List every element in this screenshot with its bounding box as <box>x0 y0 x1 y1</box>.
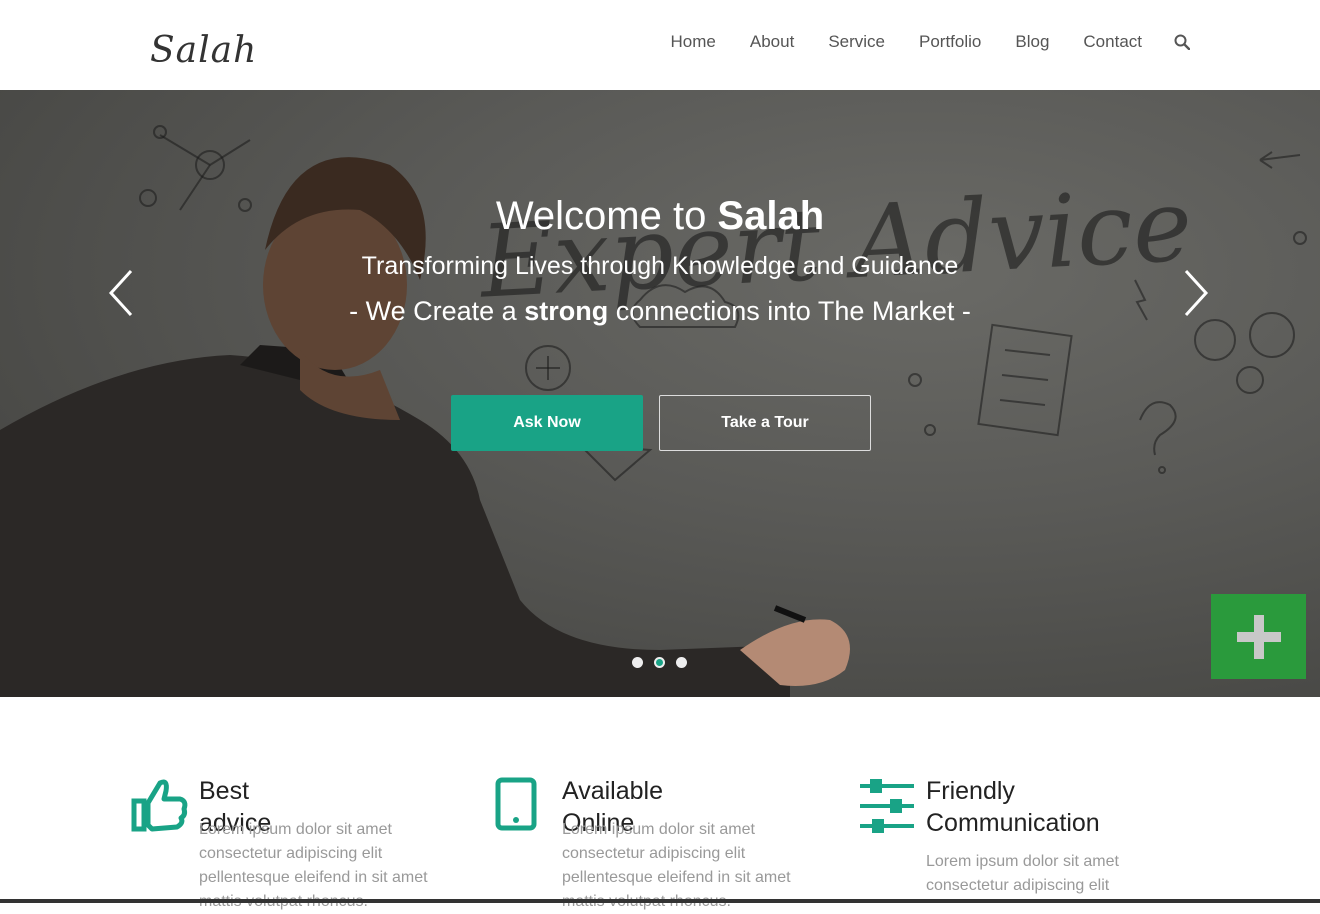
nav-about[interactable]: About <box>750 32 794 52</box>
thumbs-up-icon <box>131 779 188 832</box>
sliders-icon <box>860 779 914 833</box>
ask-now-button[interactable]: Ask Now <box>451 395 643 451</box>
nav-contact[interactable]: Contact <box>1083 32 1142 52</box>
hero-title-prefix: Welcome to <box>495 194 718 238</box>
bottom-border <box>0 899 1320 903</box>
tagline-suffix: connections into The Market - <box>608 296 971 326</box>
hero-subtitle: Transforming Lives through Knowledge and… <box>361 252 959 280</box>
slider-dots <box>632 657 698 668</box>
feature-title-line1: Friendly <box>926 777 1015 805</box>
nav-portfolio[interactable]: Portfolio <box>919 32 981 52</box>
slider-dot-1[interactable] <box>632 657 643 668</box>
chevron-left-icon[interactable] <box>103 268 143 318</box>
chevron-right-icon[interactable] <box>1176 268 1216 318</box>
tablet-icon <box>495 777 537 831</box>
slider-dot-3[interactable] <box>676 657 687 668</box>
add-button[interactable] <box>1211 594 1306 679</box>
take-a-tour-button[interactable]: Take a Tour <box>659 395 871 451</box>
site-logo[interactable]: Salah <box>150 30 257 71</box>
nav-home[interactable]: Home <box>671 32 716 52</box>
nav-blog[interactable]: Blog <box>1015 32 1049 52</box>
slider-dot-2[interactable] <box>654 657 665 668</box>
main-nav: Home About Service Portfolio Blog Contac… <box>637 32 1190 52</box>
nav-service[interactable]: Service <box>828 32 885 52</box>
feature-text: Lorem ipsum dolor sit amet consectetur a… <box>926 853 1119 894</box>
tagline-bold: strong <box>524 296 609 326</box>
plus-icon <box>1236 614 1281 659</box>
hero-slider: Expert Advice Welcome to Salah Transform… <box>0 90 1320 697</box>
site-header: Salah Home About Service Portfolio Blog … <box>0 0 1320 90</box>
hero-tagline: - We Create a strong connections into Th… <box>0 296 1320 327</box>
tagline-prefix: - We Create a <box>349 296 525 326</box>
hero-title: Welcome to Salah <box>0 194 1320 239</box>
feature-title-line2: Communication <box>926 809 1100 837</box>
hero-title-brand: Salah <box>717 194 825 238</box>
features-section: Best advice Lorem ipsum dolor sit amet c… <box>0 697 1320 910</box>
feature-title: Friendly Communication <box>926 775 1100 839</box>
search-icon[interactable] <box>1174 34 1190 50</box>
